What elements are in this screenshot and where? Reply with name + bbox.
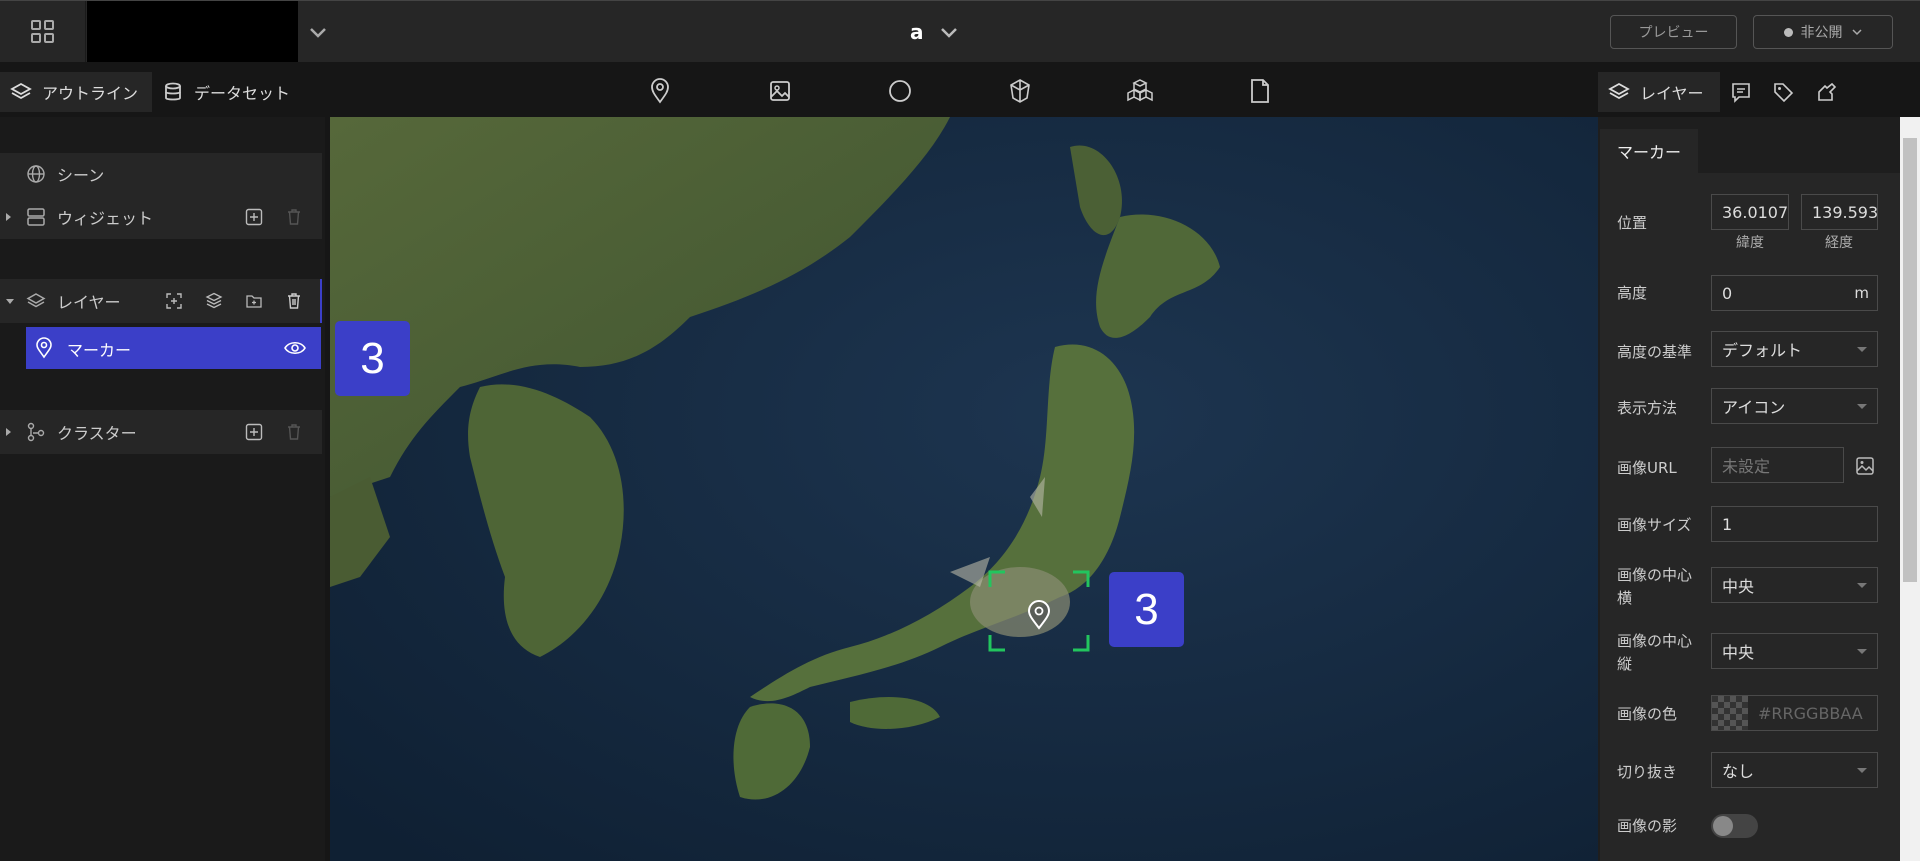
marker-tab-label: マーカー	[1616, 143, 1681, 162]
add-cluster-icon[interactable]	[243, 421, 265, 443]
preview-label: プレビュー	[1638, 25, 1709, 41]
longitude-field[interactable]: 139.593	[1801, 194, 1878, 230]
infobox-icon[interactable]	[1727, 78, 1755, 106]
publish-status-button[interactable]: 非公開	[1753, 15, 1893, 49]
grid-icon	[30, 19, 54, 43]
cluster-icon	[25, 421, 47, 443]
tab-layer[interactable]: レイヤー	[1598, 72, 1720, 112]
height-label: 高度	[1617, 284, 1648, 302]
layer-group-icon[interactable]	[203, 290, 225, 312]
document-tool-icon[interactable]	[1245, 76, 1275, 106]
height-reference-label: 高度の基準	[1617, 343, 1693, 361]
position-label: 位置	[1617, 214, 1648, 232]
globe-icon	[25, 163, 47, 185]
image-center-y-select[interactable]: 中央	[1711, 633, 1878, 669]
publish-label: 非公開	[1800, 25, 1843, 41]
outline-item-widget[interactable]: ウィジェット	[0, 195, 322, 239]
image-center-x-select[interactable]: 中央	[1711, 567, 1878, 603]
latitude-label: 緯度	[1736, 235, 1764, 251]
marker-label: マーカー	[67, 341, 132, 360]
style-icon[interactable]	[1812, 78, 1840, 106]
tag-icon[interactable]	[1769, 78, 1797, 106]
scrollbar-thumb[interactable]	[1903, 138, 1917, 582]
model-tool-icon[interactable]	[1125, 76, 1155, 106]
collapse-arrow-icon[interactable]	[6, 298, 14, 304]
satellite-map[interactable]	[330, 117, 1598, 861]
trash-icon[interactable]	[283, 290, 305, 312]
marker-icon	[34, 337, 54, 363]
height-unit: m	[1854, 284, 1869, 302]
image-center-x-label: 画像の中心	[1617, 566, 1693, 584]
image-url-label: 画像URL	[1617, 459, 1677, 477]
image-center-y-label-line2: 縦	[1617, 655, 1633, 673]
annotation-badge: 3	[335, 321, 410, 396]
image-size-label: 画像サイズ	[1617, 516, 1692, 534]
image-center-x-label-line2: 横	[1617, 589, 1633, 607]
expand-arrow-icon[interactable]	[6, 213, 11, 221]
layers-icon	[1608, 82, 1630, 100]
top-bar: a プレビュー 非公開	[0, 0, 1920, 63]
add-layer-icon[interactable]	[163, 290, 185, 312]
image-picker-icon[interactable]	[1855, 456, 1875, 480]
layers-icon	[10, 82, 32, 100]
height-field[interactable]: 0 m	[1711, 275, 1878, 311]
scene-name: a	[910, 20, 924, 44]
map-viewport[interactable]	[330, 117, 1598, 861]
add-widget-icon[interactable]	[243, 206, 265, 228]
image-center-y-label: 画像の中心	[1617, 632, 1693, 650]
crop-select[interactable]: なし	[1711, 752, 1878, 788]
image-shadow-label: 画像の影	[1617, 817, 1678, 835]
widget-icon	[25, 206, 47, 228]
display-type-select[interactable]: アイコン	[1711, 388, 1878, 424]
toggle-knob	[1713, 816, 1733, 836]
height-reference-select[interactable]: デフォルト	[1711, 331, 1878, 367]
tab-marker-properties[interactable]: マーカー	[1600, 129, 1698, 173]
trash-icon[interactable]	[283, 206, 305, 228]
circle-tool-icon[interactable]	[885, 76, 915, 106]
image-tool-icon[interactable]	[765, 76, 795, 106]
marker-tool-icon[interactable]	[645, 76, 675, 106]
tab-dataset[interactable]: データセット	[152, 72, 300, 112]
cluster-label: クラスター	[57, 424, 137, 443]
image-size-field[interactable]: 1	[1711, 506, 1878, 542]
image-color-label: 画像の色	[1617, 705, 1678, 723]
database-icon	[165, 82, 181, 101]
tab-layer-label: レイヤー	[1640, 84, 1704, 103]
color-swatch[interactable]	[1712, 696, 1748, 730]
image-url-field[interactable]: 未設定	[1711, 447, 1844, 483]
widget-label: ウィジェット	[57, 209, 154, 228]
outline-item-layers[interactable]: レイヤー	[0, 279, 322, 323]
crop-label: 切り抜き	[1617, 763, 1678, 781]
app-menu-button[interactable]	[0, 1, 86, 62]
add-folder-icon[interactable]	[243, 290, 265, 312]
chevron-down-icon	[1851, 29, 1862, 36]
chevron-down-icon	[940, 28, 957, 38]
preview-button[interactable]: プレビュー	[1610, 15, 1737, 49]
scene-label: シーン	[57, 166, 105, 185]
outline-item-cluster[interactable]: クラスター	[0, 410, 322, 454]
project-selector[interactable]	[87, 1, 298, 63]
outline-item-scene[interactable]: シーン	[0, 153, 322, 195]
chevron-down-icon[interactable]	[305, 19, 331, 45]
display-type-label: 表示方法	[1617, 399, 1678, 417]
tab-dataset-label: データセット	[194, 84, 291, 103]
latitude-field[interactable]: 36.0107	[1711, 194, 1789, 230]
expand-arrow-icon[interactable]	[6, 428, 11, 436]
trash-icon[interactable]	[283, 421, 305, 443]
height-value: 0	[1722, 283, 1733, 303]
tab-outline[interactable]: アウトライン	[0, 72, 152, 112]
tab-outline-label: アウトライン	[42, 84, 139, 103]
eye-icon[interactable]	[284, 338, 306, 362]
status-dot	[1783, 27, 1793, 37]
layers-icon	[25, 290, 47, 312]
annotation-badge: 3	[1109, 572, 1184, 647]
scene-selector[interactable]: a	[910, 18, 960, 46]
outline-item-marker[interactable]: マーカー	[26, 327, 321, 369]
layers-label: レイヤー	[57, 293, 121, 312]
longitude-label: 経度	[1825, 235, 1853, 251]
box-tool-icon[interactable]	[1005, 76, 1035, 106]
